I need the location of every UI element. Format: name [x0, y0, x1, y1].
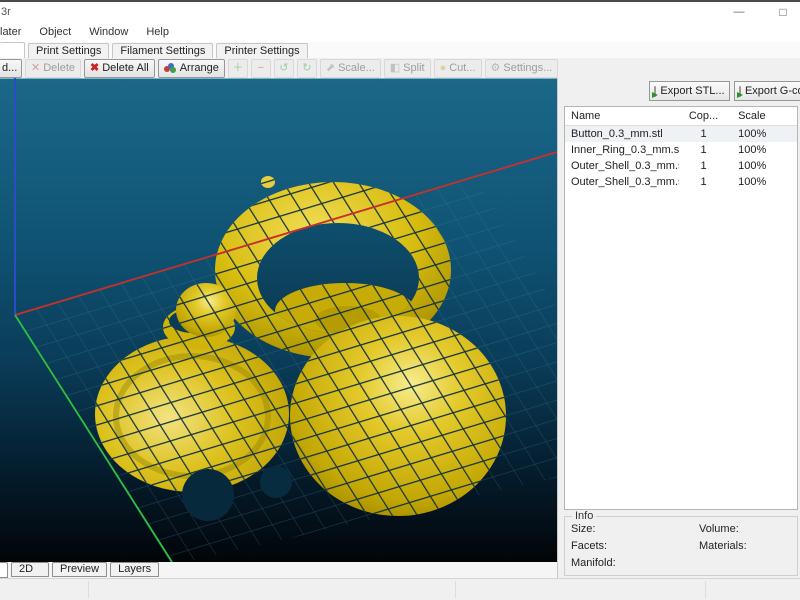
export-gcode-button[interactable]: Export G-code...: [734, 81, 800, 101]
object-list-panel: Export STL... Export G-code... Name Cop.…: [557, 78, 800, 578]
delete-label: Delete: [43, 62, 76, 74]
cut-icon: ●: [439, 61, 447, 74]
export-icon: [652, 85, 659, 98]
table-row[interactable]: Outer_Shell_0.3_mm.stl 1 100%: [565, 158, 797, 174]
arrange-label: Arrange: [179, 62, 219, 74]
rotate-cw-icon: ↻: [302, 61, 312, 74]
split-icon: ◧: [389, 61, 401, 74]
column-scale[interactable]: Scale: [728, 107, 797, 125]
rotate-ccw-icon: ↺: [279, 61, 289, 74]
object-grid-overlay: [0, 78, 557, 562]
window-title: 3r: [1, 6, 11, 18]
settings-label: Settings...: [503, 62, 553, 74]
settings-icon: ⚙: [490, 61, 501, 74]
cell-scale: 100%: [738, 176, 767, 188]
status-divider: [705, 581, 706, 598]
cut-label: Cut...: [449, 62, 476, 74]
settings-tab-bar: Print Settings Filament Settings Printer…: [0, 42, 800, 58]
table-row[interactable]: Button_0.3_mm.stl 1 100%: [565, 126, 797, 142]
cell-copies: 1: [700, 160, 707, 172]
delete-all-button[interactable]: ✖ Delete All: [84, 58, 155, 78]
table-header: Name Cop... Scale: [565, 107, 797, 126]
export-stl-label: Export STL...: [660, 85, 725, 97]
maximize-button[interactable]: □: [768, 2, 798, 22]
info-facets-label: Facets:: [571, 540, 608, 552]
column-copies[interactable]: Cop...: [679, 107, 728, 125]
tab-preview[interactable]: Preview: [52, 562, 108, 577]
scale-icon: ⬈: [325, 61, 336, 74]
info-materials-label: Materials:: [699, 540, 747, 552]
column-name[interactable]: Name: [565, 107, 679, 125]
titlebar: 3r — □: [0, 2, 800, 22]
scale-label: Scale...: [338, 62, 375, 74]
plater-toolbar: d... ✕ Delete ✖ Delete All Arrange ＋ − ↺…: [0, 58, 800, 78]
status-divider: [88, 581, 89, 598]
menu-object[interactable]: Object: [30, 24, 80, 40]
menu-bar: later Object Window Help: [0, 22, 800, 42]
cell-name: Outer_Shell_0.3_mm.stl: [571, 176, 679, 188]
cut-button[interactable]: ● Cut...: [433, 58, 482, 78]
info-box: Info Size: Volume: Facets: Materials: Ma…: [564, 510, 798, 576]
cell-copies: 1: [700, 176, 707, 188]
status-bar: [0, 578, 800, 600]
export-icon: [736, 85, 743, 98]
rotate-cw-button[interactable]: ↻: [296, 58, 317, 78]
menu-plater[interactable]: later: [0, 24, 30, 40]
arrange-button[interactable]: Arrange: [157, 58, 225, 78]
3d-scene: [0, 78, 558, 563]
plus-icon: ＋: [232, 61, 244, 74]
split-label: Split: [403, 62, 425, 74]
minus-icon: −: [257, 61, 265, 74]
delete-icon: ✕: [31, 61, 41, 74]
tab-2d[interactable]: 2D: [11, 562, 49, 577]
cell-name: Button_0.3_mm.stl: [571, 128, 663, 140]
scale-button[interactable]: ⬈ Scale...: [319, 58, 381, 78]
cell-copies: 1: [700, 144, 707, 156]
export-stl-button[interactable]: Export STL...: [649, 81, 730, 101]
decrease-copies-button[interactable]: −: [250, 58, 271, 78]
rotate-ccw-button[interactable]: ↺: [273, 58, 294, 78]
tab-print-settings[interactable]: Print Settings: [28, 43, 110, 58]
cell-scale: 100%: [738, 128, 767, 140]
split-button[interactable]: ◧ Split: [383, 58, 431, 78]
delete-button[interactable]: ✕ Delete: [25, 58, 82, 78]
info-manifold-label: Manifold:: [571, 557, 616, 569]
cell-scale: 100%: [738, 160, 767, 172]
info-size-label: Size:: [571, 523, 596, 535]
view-tab-bar: 2D Preview Layers: [0, 562, 557, 578]
delete-all-icon: ✖: [90, 61, 100, 74]
export-gcode-label: Export G-code...: [744, 85, 800, 97]
table-row[interactable]: Inner_Ring_0.3_mm.stl 1 100%: [565, 142, 797, 158]
object-table[interactable]: Name Cop... Scale Button_0.3_mm.stl 1 10…: [564, 106, 798, 510]
tab-3d-partial[interactable]: [0, 562, 8, 578]
increase-copies-button[interactable]: ＋: [227, 58, 248, 78]
cell-scale: 100%: [738, 144, 767, 156]
minimize-button[interactable]: —: [724, 2, 754, 22]
object-settings-button[interactable]: ⚙ Settings...: [484, 58, 559, 78]
cell-copies: 1: [700, 128, 707, 140]
tab-printer-settings[interactable]: Printer Settings: [216, 43, 308, 58]
status-divider: [455, 581, 456, 598]
info-volume-label: Volume:: [699, 523, 739, 535]
tab-layers[interactable]: Layers: [110, 562, 160, 577]
delete-all-label: Delete All: [102, 62, 149, 74]
menu-help[interactable]: Help: [137, 24, 178, 40]
cell-name: Inner_Ring_0.3_mm.stl: [571, 144, 679, 156]
arrange-icon: [163, 62, 177, 74]
tab-plater-partial[interactable]: [0, 42, 25, 58]
add-button[interactable]: d...: [0, 58, 22, 78]
3d-viewport[interactable]: [0, 78, 558, 563]
cell-name: Outer_Shell_0.3_mm.stl: [571, 160, 679, 172]
tab-filament-settings[interactable]: Filament Settings: [112, 43, 214, 58]
menu-window[interactable]: Window: [80, 24, 137, 40]
table-row[interactable]: Outer_Shell_0.3_mm.stl 1 100%: [565, 174, 797, 190]
